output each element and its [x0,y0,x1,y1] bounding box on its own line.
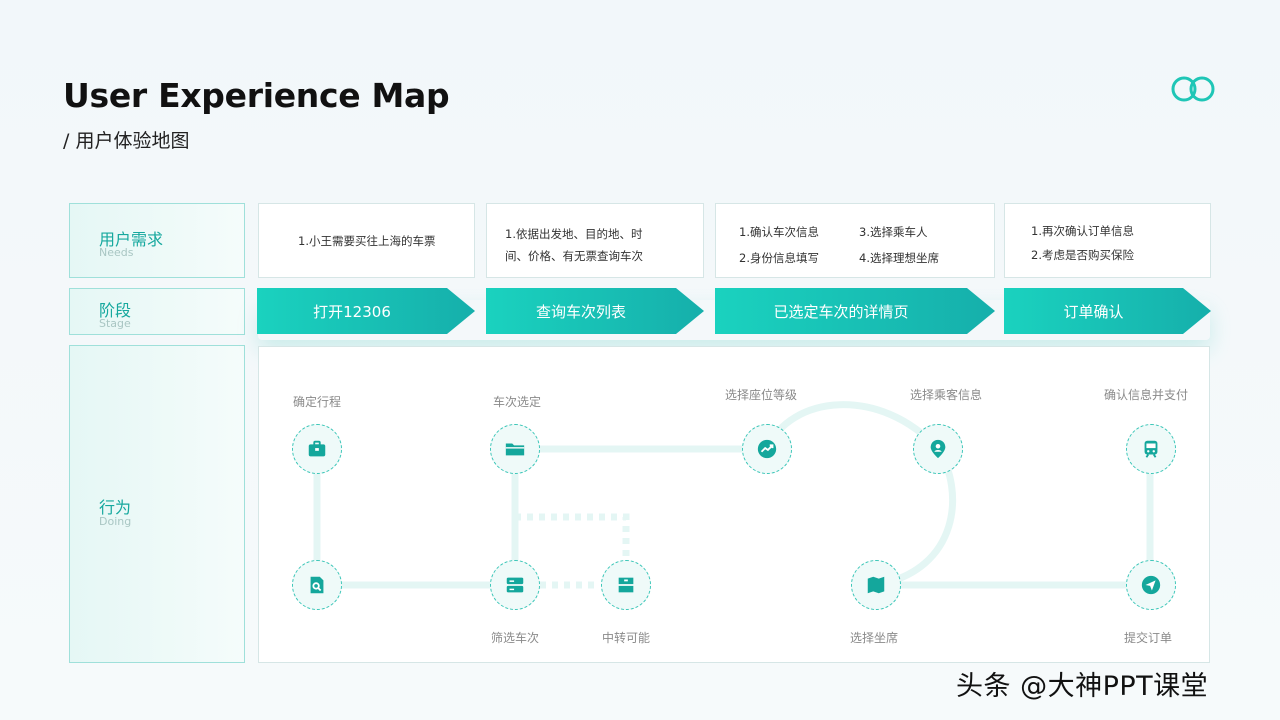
node-briefcase [292,424,342,474]
map-icon [867,576,885,594]
row-label-needs: 用户需求 Needs [69,203,245,278]
folder-icon [505,443,525,456]
row-label-stage: 阶段 Stage [69,288,245,335]
need-3-item-2: 2.身份信息填写 [739,251,819,265]
node-label-10: 提交订单 [1123,631,1173,645]
node-server [490,560,540,610]
need-3-item-1: 1.确认车次信息 [739,225,819,239]
node-archive [601,560,651,610]
stage-arrow-4: 订单确认 [1004,288,1211,334]
page-subtitle: / 用户体验地图 [63,130,190,152]
need-3-item-3: 3.选择乘车人 [859,225,928,239]
node-label-8: 选择坐席 [849,631,899,645]
need-2-line-1: 1.依据出发地、目的地、时 [505,227,643,241]
need-2-line-2: 间、价格、有无票查询车次 [505,249,643,263]
stage-arrow-3: 已选定车次的详情页 [715,288,995,334]
need-3-item-4: 4.选择理想坐席 [859,251,939,265]
node-label-3: 车次选定 [492,395,542,409]
row-label-needs-en: Needs [99,246,134,259]
need-4-line-1: 1.再次确认订单信息 [1031,224,1134,238]
row-label-doing-en: Doing [99,515,132,528]
node-folder [490,424,540,474]
watermark: 头条 @大神PPT课堂 [956,671,1209,702]
need-box-3: 1.确认车次信息 2.身份信息填写 3.选择乘车人 4.选择理想坐席 [715,203,995,278]
archive-icon [618,577,634,593]
node-search-doc [292,560,342,610]
row-label-doing: 行为 Doing [69,345,245,663]
node-send [1126,560,1176,610]
stage-arrow-1: 打开12306 [257,288,475,334]
stage-arrow-2: 查询车次列表 [486,288,704,334]
need-1-line-1: 1.小王需要买往上海的车票 [298,234,436,248]
node-label-6: 选择座位等级 [724,388,798,402]
search-document-icon [310,576,324,594]
train-icon [1144,440,1158,458]
node-label-9: 确认信息并支付 [1103,388,1189,402]
row-label-stage-en: Stage [99,317,131,330]
send-icon [1141,575,1161,595]
node-trend [742,424,792,474]
need-box-4: 1.再次确认订单信息 2.考虑是否购买保险 [1004,203,1211,278]
node-label-4: 筛选车次 [490,631,540,645]
node-label-7: 选择乘客信息 [909,388,983,402]
need-box-1: 1.小王需要买往上海的车票 [258,203,475,278]
node-label-1: 确定行程 [292,395,342,409]
server-icon [506,577,524,593]
node-label-5: 中转可能 [601,631,651,645]
need-box-2: 1.依据出发地、目的地、时 间、价格、有无票查询车次 [486,203,704,278]
briefcase-icon [308,440,326,457]
trend-icon [757,439,777,459]
location-pin-icon [930,439,946,459]
need-4-line-2: 2.考虑是否购买保险 [1031,248,1134,262]
page-title: User Experience Map [63,76,450,115]
logo-icon [1171,76,1215,102]
node-map [851,560,901,610]
node-location [913,424,963,474]
node-train [1126,424,1176,474]
